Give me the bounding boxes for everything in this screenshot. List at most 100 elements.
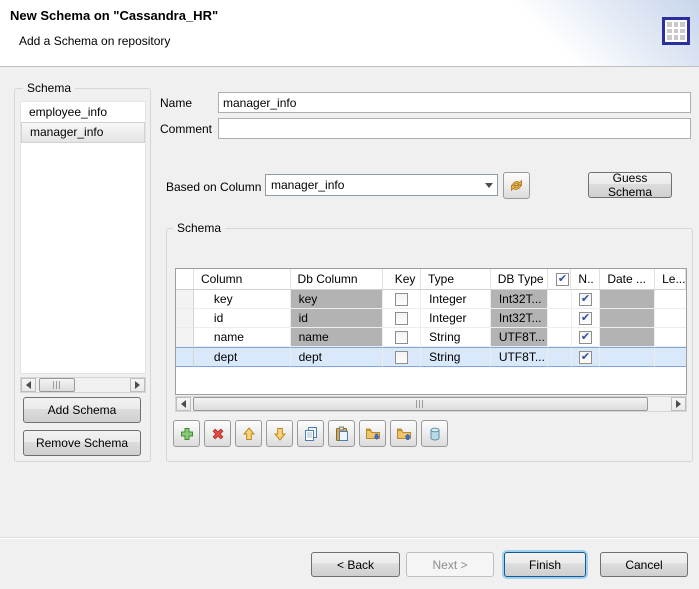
guess-schema-button[interactable]: Guess Schema (588, 172, 672, 198)
wizard-header: New Schema on "Cassandra_HR" Add a Schem… (0, 0, 699, 67)
scroll-right-button[interactable] (671, 397, 686, 411)
row-header-corner (176, 269, 194, 290)
grid-toolbar (173, 420, 448, 447)
schema-table-group: Schema Column Db Column Key Type DB Type… (166, 228, 693, 462)
nullable-checkbox[interactable]: ✔ (579, 331, 592, 344)
cell-column[interactable]: dept (194, 347, 291, 367)
reset-db-types-button[interactable] (421, 420, 448, 447)
cell-db-type: UTF8T... (491, 328, 548, 347)
cell-key (383, 290, 421, 309)
key-checkbox[interactable] (395, 331, 408, 344)
plus-icon (179, 426, 195, 442)
cancel-button[interactable]: Cancel (600, 552, 688, 577)
header-select-all: ✔ (548, 269, 572, 290)
cell-length[interactable] (655, 347, 686, 367)
export-schema-button[interactable] (359, 420, 386, 447)
cell-db-column: id (291, 309, 384, 328)
dialog-subtitle: Add a Schema on repository (19, 34, 170, 48)
paste-button[interactable] (328, 420, 355, 447)
cell-date-pattern (600, 347, 655, 367)
cell-type[interactable]: String (421, 347, 491, 367)
cell-type[interactable]: Integer (421, 309, 491, 328)
list-item-employee-info[interactable]: employee_info (21, 102, 145, 122)
list-item-manager-info[interactable]: manager_info (21, 122, 145, 143)
row-header (176, 328, 194, 347)
grid-row-key: key key Integer Int32T... ✔ (176, 290, 686, 309)
copy-icon (303, 426, 319, 442)
grid-header-row: Column Db Column Key Type DB Type ✔ N.. … (176, 269, 686, 290)
grid-hscrollbar[interactable] (175, 396, 687, 412)
comment-input[interactable] (218, 118, 691, 139)
move-down-button[interactable] (266, 420, 293, 447)
scroll-left-button[interactable] (176, 397, 191, 411)
remove-schema-button[interactable]: Remove Schema (23, 430, 141, 456)
scroll-left-icon (26, 381, 31, 389)
cell-type[interactable]: Integer (421, 290, 491, 309)
cell-key (383, 309, 421, 328)
cell-nullable: ✔ (572, 347, 601, 367)
key-checkbox[interactable] (395, 351, 408, 364)
combobox-value: manager_info (266, 178, 481, 192)
cell-column[interactable]: id (194, 309, 291, 328)
cell-nullable: ✔ (572, 290, 601, 309)
schema-list-hscrollbar[interactable] (20, 377, 146, 393)
cell-date-pattern (600, 309, 655, 328)
grid-row-dept-selected: dept dept String UTF8T... ✔ (176, 347, 686, 367)
schema-list: employee_info manager_info (20, 101, 146, 374)
refresh-column-families-button[interactable] (503, 172, 530, 199)
header-key: Key (383, 269, 421, 290)
scrollbar-track[interactable] (36, 378, 130, 392)
add-row-button[interactable] (173, 420, 200, 447)
grip-icon (416, 400, 425, 408)
back-button[interactable]: < Back (311, 552, 400, 577)
cell-db-column: dept (291, 347, 384, 367)
cell-length[interactable] (655, 328, 686, 347)
key-checkbox[interactable] (395, 293, 408, 306)
header-type: Type (421, 269, 491, 290)
cell-length[interactable] (655, 309, 686, 328)
scroll-right-icon (135, 381, 140, 389)
row-header (176, 290, 194, 309)
cell-spacer (548, 347, 572, 367)
header-db-type: DB Type (491, 269, 548, 290)
new-schema-wizard-dialog: New Schema on "Cassandra_HR" Add a Schem… (0, 0, 699, 589)
copy-button[interactable] (297, 420, 324, 447)
cell-column[interactable]: name (194, 328, 291, 347)
name-input[interactable] (218, 92, 691, 113)
scroll-right-icon (676, 400, 681, 408)
nullable-checkbox[interactable]: ✔ (579, 351, 592, 364)
cell-key (383, 328, 421, 347)
header-column: Column (194, 269, 291, 290)
select-all-checkbox[interactable]: ✔ (556, 273, 569, 286)
refresh-icon (508, 177, 525, 194)
column-family-combobox[interactable]: manager_info (265, 174, 498, 196)
scroll-right-button[interactable] (130, 378, 145, 392)
nullable-checkbox[interactable]: ✔ (579, 293, 592, 306)
nullable-checkbox[interactable]: ✔ (579, 312, 592, 325)
cell-key (383, 347, 421, 367)
schema-table-group-label: Schema (173, 221, 225, 235)
cell-db-column: key (291, 290, 384, 309)
add-schema-button[interactable]: Add Schema (23, 397, 141, 423)
database-icon (427, 426, 443, 442)
grid-row-id: id id Integer Int32T... ✔ (176, 309, 686, 328)
scrollbar-thumb[interactable] (193, 397, 648, 411)
header-date-pattern: Date ... (600, 269, 655, 290)
row-header (176, 309, 194, 328)
header-gradient (419, 0, 699, 66)
cell-type[interactable]: String (421, 328, 491, 347)
delete-row-button[interactable] (204, 420, 231, 447)
move-up-button[interactable] (235, 420, 262, 447)
cell-column[interactable]: key (194, 290, 291, 309)
import-schema-button[interactable] (390, 420, 417, 447)
next-button: Next > (406, 552, 494, 577)
red-x-icon (210, 426, 226, 442)
header-db-column: Db Column (291, 269, 384, 290)
scrollbar-thumb[interactable] (39, 378, 75, 392)
key-checkbox[interactable] (395, 312, 408, 325)
row-header (176, 347, 194, 367)
scroll-left-button[interactable] (21, 378, 36, 392)
finish-button[interactable]: Finish (504, 552, 586, 577)
cell-length[interactable] (655, 290, 686, 309)
scrollbar-track[interactable] (191, 397, 671, 411)
